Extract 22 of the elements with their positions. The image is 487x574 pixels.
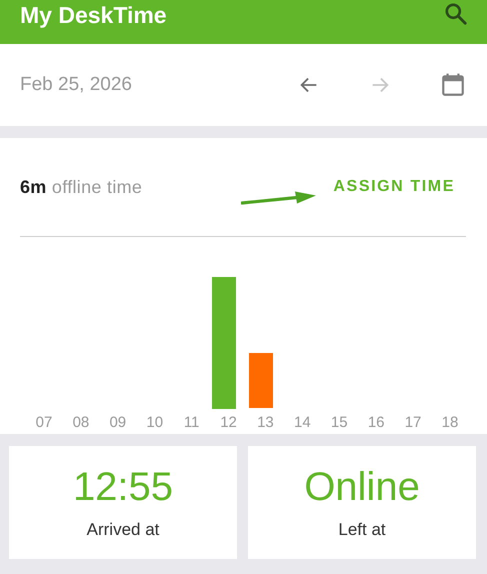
hour-label: 16 [366,414,386,431]
hour-label: 15 [330,414,349,431]
date-label: Feb 25, 2026 [20,74,133,96]
stat-label: Arrived at [86,520,160,540]
hour-label: 07 [34,414,54,431]
app-title: My DeskTime [20,2,167,28]
calendar-icon[interactable] [440,72,466,98]
stat-value: Online [304,465,420,510]
hour-label: 14 [293,414,312,431]
hour-label: 08 [72,414,90,431]
hour-label: 11 [182,414,200,431]
hour-label: 13 [256,414,275,431]
hour-label: 09 [108,414,128,431]
hour-label: 10 [145,414,164,431]
stat-label: Left at [338,520,386,540]
offline-time-text: 6m offline time [20,176,144,198]
search-icon[interactable] [443,1,469,27]
hour-label: 18 [440,414,460,431]
hour-label: 17 [404,414,422,431]
stat-value: 12:55 [72,465,174,510]
hour-label: 12 [219,414,238,431]
assign-time-button[interactable]: ASSIGN TIME [333,178,455,196]
